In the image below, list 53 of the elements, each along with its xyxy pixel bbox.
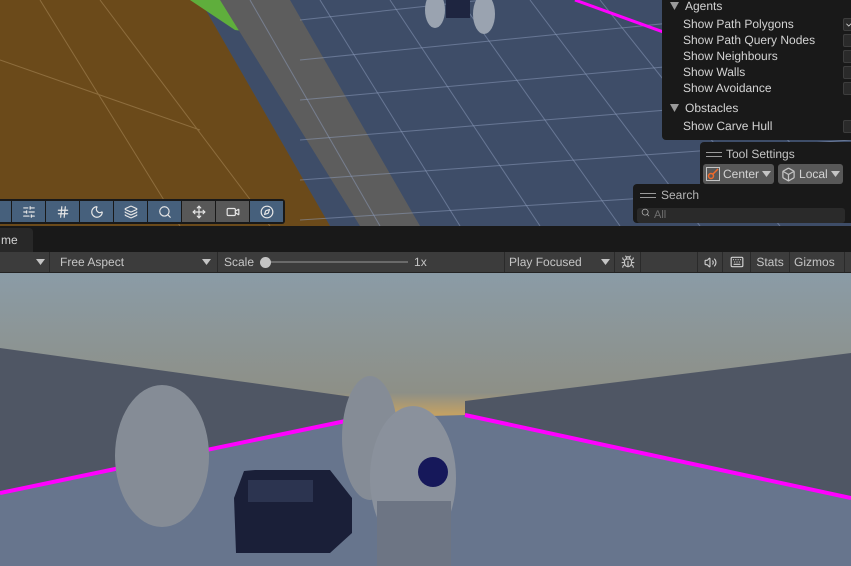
panel-title: Search (661, 187, 700, 204)
search-field[interactable]: All (637, 208, 845, 223)
toolbar-button[interactable] (80, 201, 113, 222)
toolbar-button[interactable] (46, 201, 79, 222)
scale-slider[interactable] (260, 256, 408, 268)
slider-thumb[interactable] (260, 256, 272, 268)
section-title: Obstacles (685, 100, 738, 117)
caret-icon (830, 171, 840, 177)
stats-button[interactable]: Stats (751, 252, 790, 272)
mute-button[interactable] (697, 252, 724, 272)
toolbar-button[interactable] (148, 201, 181, 222)
toolbar-button[interactable] (182, 201, 215, 222)
search-icon (158, 204, 172, 218)
play-mode-dropdown[interactable]: Play Focused (504, 252, 616, 272)
toolbar-button[interactable] (250, 201, 283, 222)
speaker-icon (704, 256, 717, 268)
search-icon (641, 208, 650, 217)
option-label: Show Avoidance (683, 80, 773, 97)
option-label: Show Walls (683, 64, 746, 81)
toolbar-button[interactable] (216, 201, 249, 222)
caret-icon (202, 259, 211, 265)
bug-icon (620, 255, 635, 269)
section-title: Agents (685, 0, 722, 15)
grip-icon (640, 192, 656, 198)
game-tab[interactable]: me (0, 228, 33, 252)
pivot-dropdown[interactable]: Center (703, 164, 774, 184)
moon-icon (90, 204, 104, 218)
toolbar-button[interactable] (114, 201, 147, 222)
keyboard-icon (730, 255, 744, 269)
option-label: Show Carve Hull (683, 118, 774, 135)
aspect-dropdown[interactable]: Free Aspect (54, 252, 218, 272)
gizmos-button[interactable]: Gizmos (790, 252, 846, 272)
panel-title: Tool Settings (726, 146, 795, 163)
toolbar-button[interactable] (12, 201, 45, 222)
caret-icon (36, 259, 45, 265)
move-icon (192, 204, 206, 218)
scale-reading: 1x (414, 254, 428, 271)
grid-icon (56, 204, 70, 218)
space-dropdown[interactable]: Local (778, 164, 843, 184)
sliders-icon (22, 204, 36, 218)
cube-icon (781, 166, 796, 182)
compass-icon (260, 204, 274, 218)
triangle-icon[interactable] (670, 104, 679, 112)
caret-icon (601, 259, 610, 265)
layers-icon (124, 204, 138, 218)
caret-icon (762, 171, 772, 177)
scale-label: Scale (224, 254, 254, 271)
option-label: Show Neighbours (683, 48, 779, 65)
triangle-icon[interactable] (670, 2, 679, 10)
option-label: Show Path Query Nodes (683, 32, 816, 49)
option-label: Show Path Polygons (683, 16, 795, 33)
pivot-icon (706, 167, 720, 181)
grip-icon (706, 152, 722, 156)
